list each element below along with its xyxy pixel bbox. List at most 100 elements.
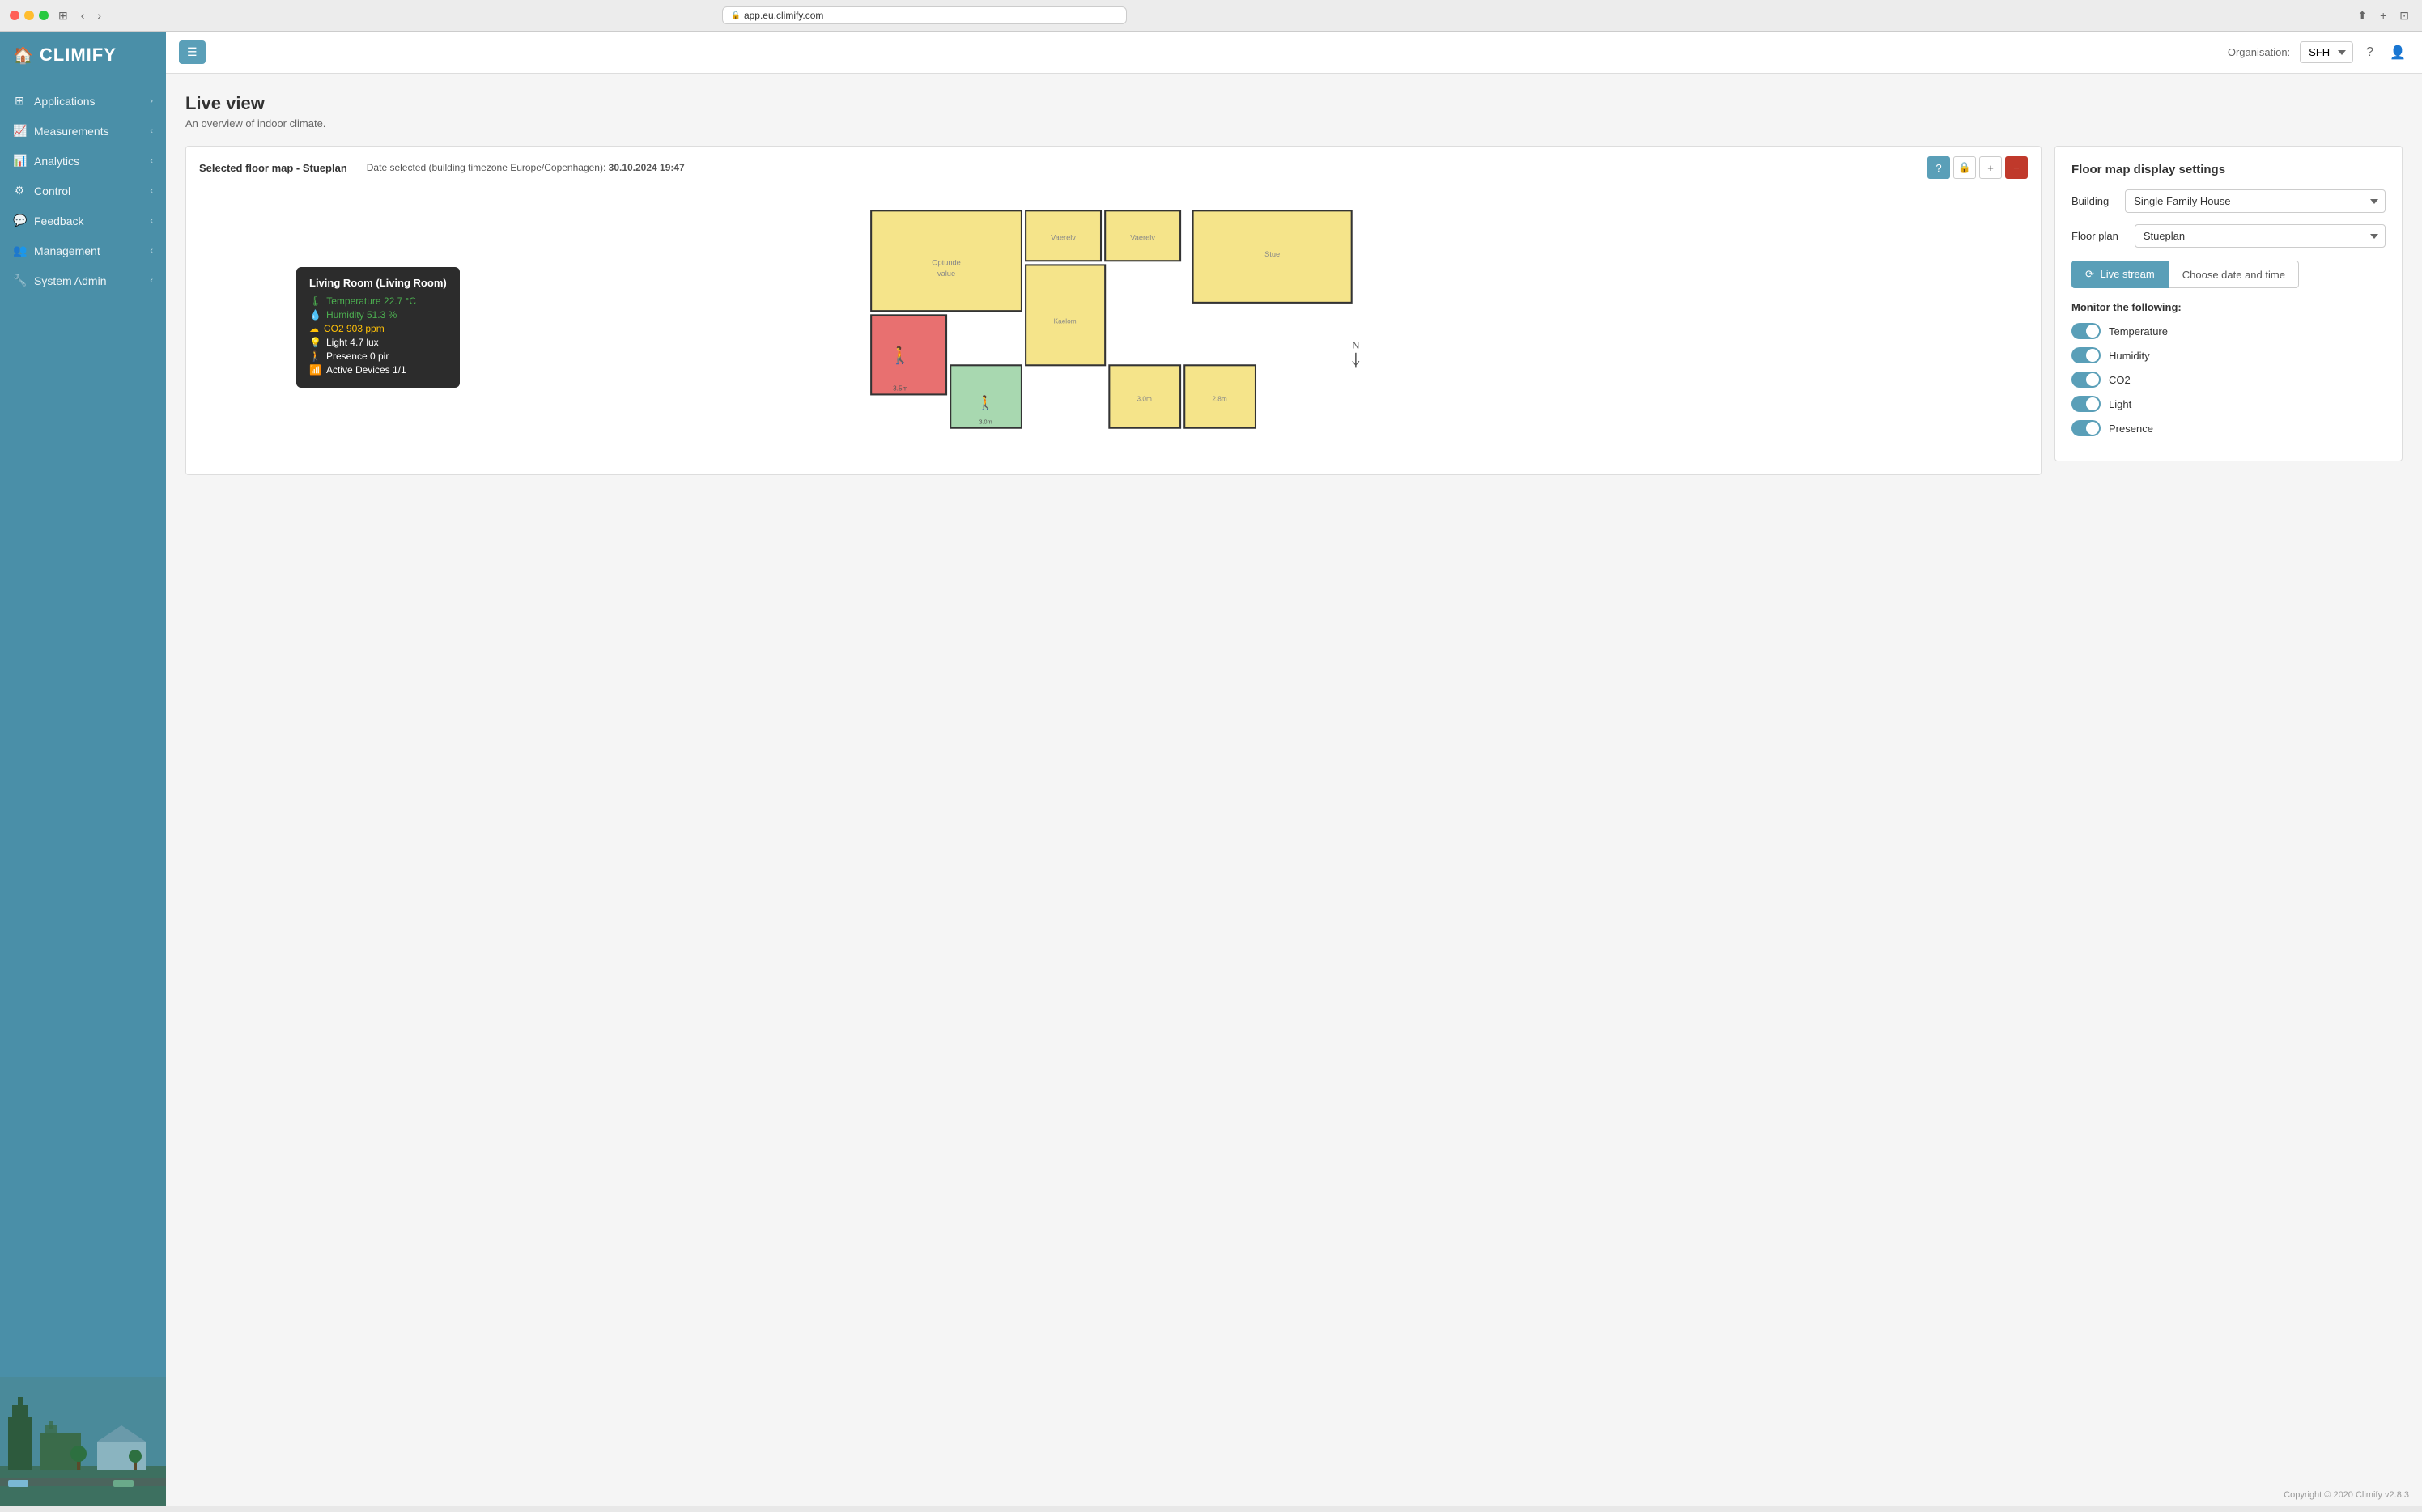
svg-text:Optunde: Optunde <box>932 258 961 266</box>
org-select[interactable]: SFH <box>2300 41 2353 63</box>
floor-panel: Selected floor map - Stueplan Date selec… <box>185 146 2042 475</box>
live-stream-label: Live stream <box>2101 268 2155 280</box>
monitor-presence: Presence <box>2071 420 2386 436</box>
measurements-icon: 📈 <box>13 124 26 138</box>
floor-map-label: Selected floor map - Stueplan <box>199 162 347 174</box>
temperature-toggle[interactable] <box>2071 323 2101 339</box>
applications-label: Applications <box>34 95 96 108</box>
sidebar-item-management[interactable]: 👥 Management ‹ <box>0 236 166 265</box>
traffic-light-red[interactable] <box>10 11 19 20</box>
logo-area: 🏠 CLIMIFY <box>0 32 166 79</box>
thermometer-icon: 🌡 <box>309 295 321 307</box>
new-tab-btn[interactable]: + <box>2377 7 2390 24</box>
traffic-light-green[interactable] <box>39 11 49 20</box>
light-value: Light 4.7 lux <box>326 337 379 348</box>
forward-btn[interactable]: › <box>94 7 104 23</box>
user-btn[interactable]: 👤 <box>2386 41 2409 64</box>
co2-toggle[interactable] <box>2071 372 2101 388</box>
menu-button[interactable]: ☰ <box>179 40 206 64</box>
live-stream-btn[interactable]: ⟳ Live stream <box>2071 261 2169 288</box>
lock-floor-btn[interactable]: 🔒 <box>1953 156 1976 179</box>
presence-monitor-label: Presence <box>2109 423 2153 435</box>
humidity-value: Humidity 51.3 % <box>326 309 397 321</box>
light-icon: 💡 <box>309 337 321 348</box>
sidebar-item-measurements[interactable]: 📈 Measurements ‹ <box>0 116 166 146</box>
windows-btn[interactable]: ⊡ <box>2396 7 2412 24</box>
sidebar-toggle-btn[interactable]: ⊞ <box>55 7 71 24</box>
management-label: Management <box>34 244 100 257</box>
help-btn[interactable]: ? <box>2363 42 2377 63</box>
measurements-label: Measurements <box>34 125 109 138</box>
org-label: Organisation: <box>2228 46 2290 58</box>
analytics-icon: 📊 <box>13 154 26 168</box>
system-admin-label: System Admin <box>34 274 106 287</box>
choose-date-label: Choose date and time <box>2182 269 2285 281</box>
floor-plan-select[interactable]: Stueplan <box>2135 224 2386 248</box>
floor-plan-label: Floor plan <box>2071 230 2118 242</box>
building-label: Building <box>2071 195 2109 207</box>
address-bar[interactable]: 🔒 app.eu.climify.com <box>722 6 1127 24</box>
system-admin-icon: 🔧 <box>13 274 26 287</box>
monitor-title: Monitor the following: <box>2071 301 2386 313</box>
tooltip-temperature: 🌡 Temperature 22.7 °C <box>309 295 447 307</box>
sidebar-item-feedback[interactable]: 💬 Feedback ‹ <box>0 206 166 236</box>
system-admin-arrow: ‹ <box>150 276 153 286</box>
date-value: 30.10.2024 19:47 <box>609 162 685 173</box>
sidebar-nav: ⊞ Applications › 📈 Measurements ‹ 📊 Anal… <box>0 79 166 1377</box>
svg-text:3.5m: 3.5m <box>893 384 907 392</box>
control-arrow: ‹ <box>150 186 153 196</box>
sidebar-item-applications[interactable]: ⊞ Applications › <box>0 86 166 116</box>
zoom-in-btn[interactable]: + <box>1979 156 2002 179</box>
management-arrow: ‹ <box>150 246 153 256</box>
menu-icon: ☰ <box>187 45 198 58</box>
tooltip-humidity: 💧 Humidity 51.3 % <box>309 309 447 321</box>
devices-value: Active Devices 1/1 <box>326 364 406 376</box>
date-prefix: Date selected (building timezone Europe/… <box>367 162 606 173</box>
floor-header: Selected floor map - Stueplan Date selec… <box>186 147 2041 189</box>
temperature-knob <box>2086 325 2099 338</box>
presence-toggle[interactable] <box>2071 420 2101 436</box>
building-row: Building Single Family House <box>2071 189 2386 213</box>
svg-text:N: N <box>1352 340 1359 351</box>
applications-icon: ⊞ <box>13 94 26 108</box>
measurements-arrow: ‹ <box>150 126 153 136</box>
sidebar-item-analytics[interactable]: 📊 Analytics ‹ <box>0 146 166 176</box>
tooltip-active-devices: 📶 Active Devices 1/1 <box>309 364 447 376</box>
humidity-monitor-label: Humidity <box>2109 350 2150 362</box>
page-subtitle: An overview of indoor climate. <box>185 117 2403 130</box>
feedback-label: Feedback <box>34 214 83 227</box>
floor-plan[interactable]: Optunde value Vaerelv Vaerelv Stue <box>199 202 2028 461</box>
light-toggle[interactable] <box>2071 396 2101 412</box>
humidity-knob <box>2086 349 2099 362</box>
svg-text:3.0m: 3.0m <box>1137 396 1152 403</box>
help-floor-btn[interactable]: ? <box>1927 156 1950 179</box>
choose-date-btn[interactable]: Choose date and time <box>2169 261 2299 288</box>
presence-value: Presence 0 pir <box>326 350 389 362</box>
monitor-humidity: Humidity <box>2071 347 2386 363</box>
tooltip-co2: ☁ CO2 903 ppm <box>309 323 447 334</box>
zoom-out-btn[interactable]: − <box>2005 156 2028 179</box>
feedback-arrow: ‹ <box>150 216 153 226</box>
co2-knob <box>2086 373 2099 386</box>
svg-text:Stue: Stue <box>1264 250 1280 258</box>
monitor-light: Light <box>2071 396 2386 412</box>
analytics-arrow: ‹ <box>150 156 153 166</box>
main-content: Live view An overview of indoor climate.… <box>166 74 2422 1484</box>
sidebar-item-control[interactable]: ⚙ Control ‹ <box>0 176 166 206</box>
humidity-toggle[interactable] <box>2071 347 2101 363</box>
traffic-light-yellow[interactable] <box>24 11 34 20</box>
sidebar-item-system-admin[interactable]: 🔧 System Admin ‹ <box>0 265 166 295</box>
building-select[interactable]: Single Family House <box>2125 189 2386 213</box>
svg-text:🚶: 🚶 <box>977 395 994 410</box>
humidity-icon: 💧 <box>309 309 321 321</box>
share-btn[interactable]: ⬆ <box>2354 7 2370 24</box>
temperature-value: Temperature 22.7 °C <box>326 295 416 307</box>
presence-icon: 🚶 <box>309 350 321 362</box>
monitor-temperature: Temperature <box>2071 323 2386 339</box>
floor-map-area: Optunde value Vaerelv Vaerelv Stue <box>186 189 2041 474</box>
back-btn[interactable]: ‹ <box>78 7 88 23</box>
floor-date: Date selected (building timezone Europe/… <box>367 162 685 173</box>
svg-text:3.0m: 3.0m <box>979 418 992 426</box>
city-illustration <box>0 1377 166 1506</box>
presence-knob <box>2086 422 2099 435</box>
